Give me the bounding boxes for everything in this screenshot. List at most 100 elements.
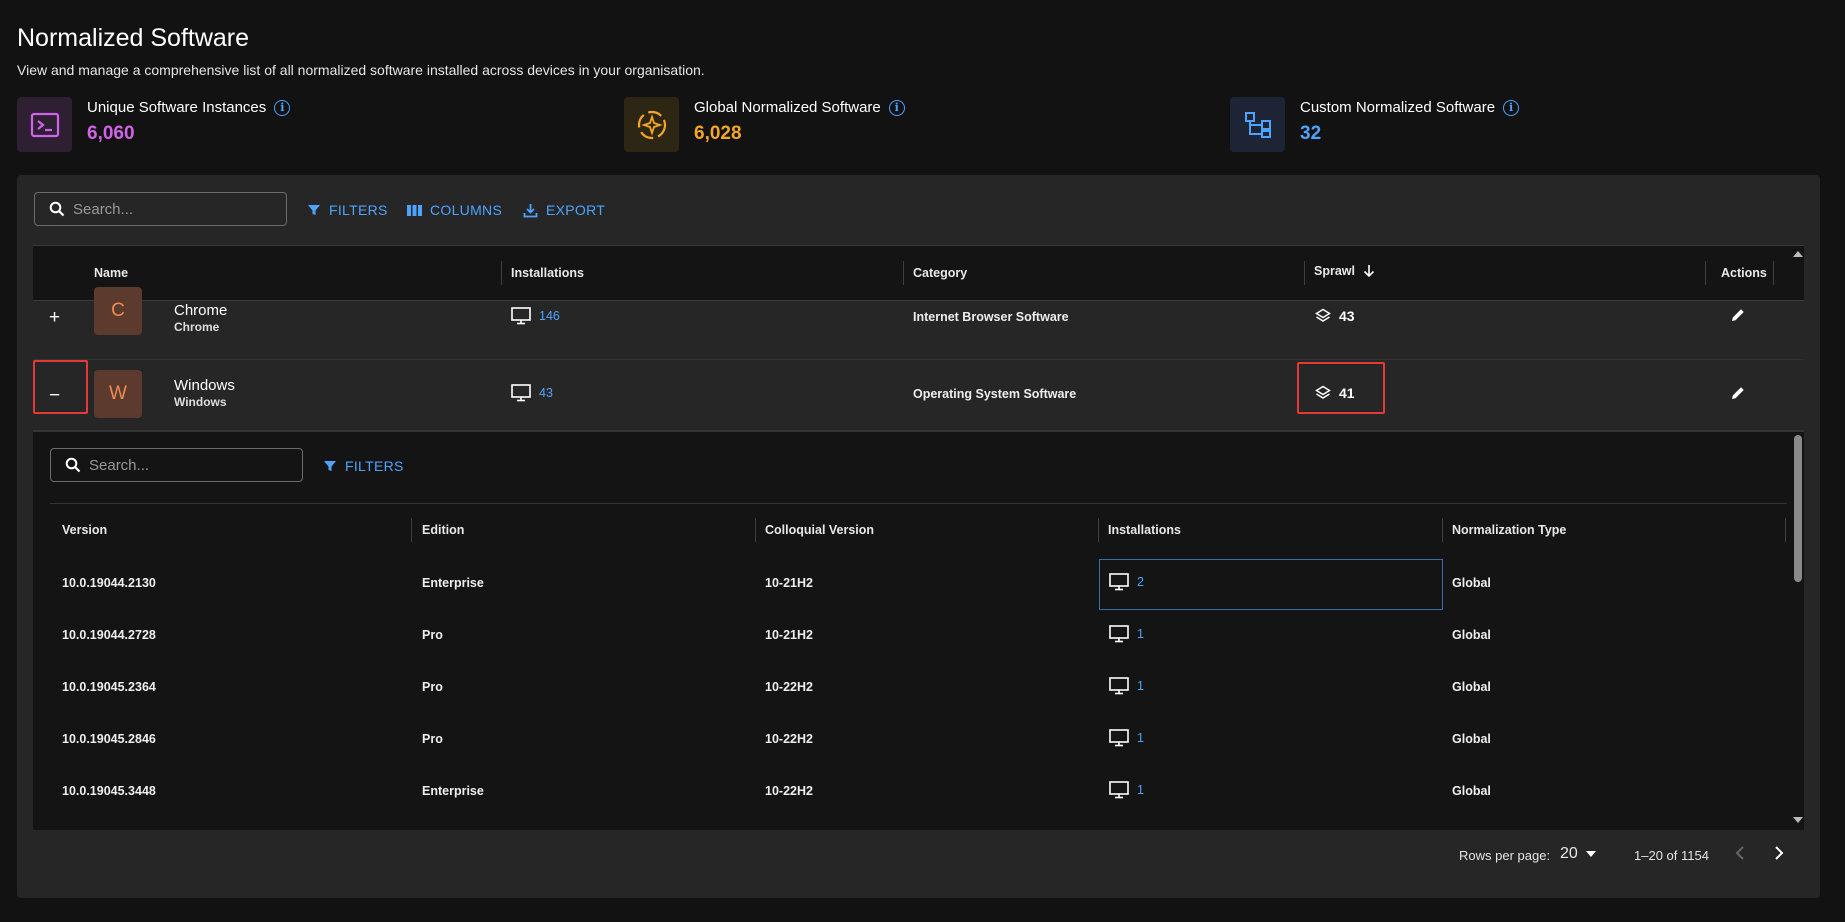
- rows-per-page-value: 20: [1560, 845, 1578, 862]
- table-row[interactable]: + C Chrome Chrome 146 Internet Browser S…: [33, 287, 1804, 360]
- installations-link[interactable]: 1: [1109, 625, 1144, 643]
- version-cell: 10.0.19045.3448: [62, 784, 156, 798]
- vertical-scrollbar[interactable]: [1792, 245, 1804, 830]
- installations-link[interactable]: 1: [1109, 729, 1144, 747]
- stat-value: 6,060: [87, 123, 135, 144]
- installations-link[interactable]: 1: [1109, 781, 1144, 799]
- colloquial-version-cell: 10-21H2: [765, 628, 813, 642]
- next-page-button[interactable]: [1774, 845, 1784, 864]
- software-name: Chrome: [174, 302, 228, 319]
- installations-count[interactable]: 43: [539, 386, 553, 400]
- monitor-icon: [1109, 677, 1129, 695]
- expand-button[interactable]: +: [49, 307, 65, 329]
- column-header-normalization-type[interactable]: Normalization Type: [1452, 523, 1566, 537]
- search-icon: [49, 201, 65, 217]
- arrow-down-icon[interactable]: [1363, 264, 1375, 278]
- normalization-type-cell: Global: [1452, 680, 1491, 694]
- sparkle-sync-icon: [624, 97, 679, 152]
- monitor-icon: [511, 384, 531, 402]
- normalization-type-cell: Global: [1452, 784, 1491, 798]
- sprawl-value: 43: [1315, 308, 1355, 324]
- column-header-name[interactable]: Name: [94, 266, 128, 280]
- column-header-category[interactable]: Category: [913, 266, 967, 280]
- filters-label: FILTERS: [329, 202, 388, 218]
- scroll-up-icon[interactable]: [1792, 249, 1804, 259]
- version-cell: 10.0.19044.2728: [62, 628, 156, 642]
- installations-count[interactable]: 2: [1137, 575, 1144, 589]
- avatar: C: [94, 287, 142, 335]
- column-header-installations[interactable]: Installations: [511, 266, 584, 280]
- highlight-sprawl: [1297, 362, 1385, 414]
- caret-down-icon: [1585, 851, 1596, 857]
- page-subtitle: View and manage a comprehensive list of …: [17, 62, 705, 78]
- edit-icon[interactable]: [1730, 307, 1746, 326]
- pagination-range: 1–20 of 1154: [1634, 848, 1709, 863]
- installations-count[interactable]: 1: [1137, 679, 1144, 693]
- column-header-installations[interactable]: Installations: [1108, 523, 1181, 537]
- installations-count[interactable]: 1: [1137, 783, 1144, 797]
- export-label: EXPORT: [546, 202, 606, 218]
- columns-label: COLUMNS: [430, 202, 503, 218]
- rows-per-page-select[interactable]: 20: [1560, 845, 1596, 863]
- column-header-version[interactable]: Version: [62, 523, 107, 537]
- edition-cell: Pro: [422, 680, 443, 694]
- version-cell: 10.0.19045.2364: [62, 680, 156, 694]
- scrollbar-thumb[interactable]: [1794, 435, 1802, 582]
- columns-icon: [407, 204, 422, 216]
- version-cell: 10.0.19044.2130: [62, 576, 156, 590]
- columns-button[interactable]: COLUMNS: [407, 202, 502, 218]
- info-icon[interactable]: i: [1503, 99, 1520, 116]
- search-icon: [65, 457, 81, 473]
- installations-count[interactable]: 146: [539, 309, 560, 323]
- version-search-input[interactable]: Search...: [50, 448, 303, 482]
- info-icon[interactable]: i: [888, 99, 905, 116]
- normalization-type-cell: Global: [1452, 628, 1491, 642]
- export-button[interactable]: EXPORT: [523, 202, 605, 218]
- version-cell: 10.0.19045.2846: [62, 732, 156, 746]
- previous-page-button[interactable]: [1735, 845, 1745, 864]
- category: Operating System Software: [913, 387, 1077, 401]
- info-icon[interactable]: i: [274, 99, 291, 116]
- stat-label: Custom Normalized Software: [1300, 99, 1496, 116]
- filters-button[interactable]: FILTERS: [307, 202, 388, 218]
- installations-link[interactable]: 2: [1109, 573, 1144, 591]
- column-header-actions: Actions: [1721, 266, 1767, 280]
- software-table: Name Installations Category Sprawl Actio…: [33, 245, 1804, 830]
- column-header-colloquial-version[interactable]: Colloquial Version: [765, 523, 874, 537]
- stat-global-normalized: Global Normalized Software i 6,028: [624, 97, 1184, 152]
- software-publisher: Chrome: [174, 320, 220, 334]
- normalization-type-cell: Global: [1452, 576, 1491, 590]
- stat-label: Unique Software Instances: [87, 99, 267, 116]
- stat-value: 6,028: [694, 123, 742, 144]
- filters-label: FILTERS: [345, 458, 404, 474]
- colloquial-version-cell: 10-21H2: [765, 576, 813, 590]
- page-title: Normalized Software: [17, 24, 250, 52]
- column-header-sprawl[interactable]: Sprawl: [1314, 264, 1375, 278]
- sprawl-header-label: Sprawl: [1314, 264, 1355, 278]
- installations-count[interactable]: 1: [1137, 627, 1144, 641]
- edition-cell: Pro: [422, 628, 443, 642]
- installations-link[interactable]: 146: [511, 307, 560, 325]
- layers-icon: [1315, 308, 1331, 322]
- monitor-icon: [1109, 625, 1129, 643]
- colloquial-version-cell: 10-22H2: [765, 784, 813, 798]
- installations-link[interactable]: 43: [511, 384, 553, 402]
- filter-icon: [324, 461, 336, 471]
- software-publisher: Windows: [174, 395, 227, 409]
- version-filters-button[interactable]: FILTERS: [323, 458, 404, 474]
- search-placeholder: Search...: [73, 200, 134, 218]
- hierarchy-icon: [1230, 97, 1285, 152]
- installations-count[interactable]: 1: [1137, 731, 1144, 745]
- table-row[interactable]: − W Windows Windows 43 Operating System …: [33, 360, 1804, 431]
- normalization-type-cell: Global: [1452, 732, 1491, 746]
- installations-link[interactable]: 1: [1109, 677, 1144, 695]
- search-input[interactable]: Search...: [34, 192, 287, 226]
- scroll-down-icon[interactable]: [1792, 815, 1804, 825]
- column-header-edition[interactable]: Edition: [422, 523, 464, 537]
- edition-cell: Pro: [422, 732, 443, 746]
- software-name: Windows: [174, 377, 235, 394]
- search-placeholder: Search...: [89, 456, 150, 474]
- edit-icon[interactable]: [1730, 385, 1746, 404]
- focused-cell: [1099, 559, 1443, 610]
- monitor-icon: [1109, 729, 1129, 747]
